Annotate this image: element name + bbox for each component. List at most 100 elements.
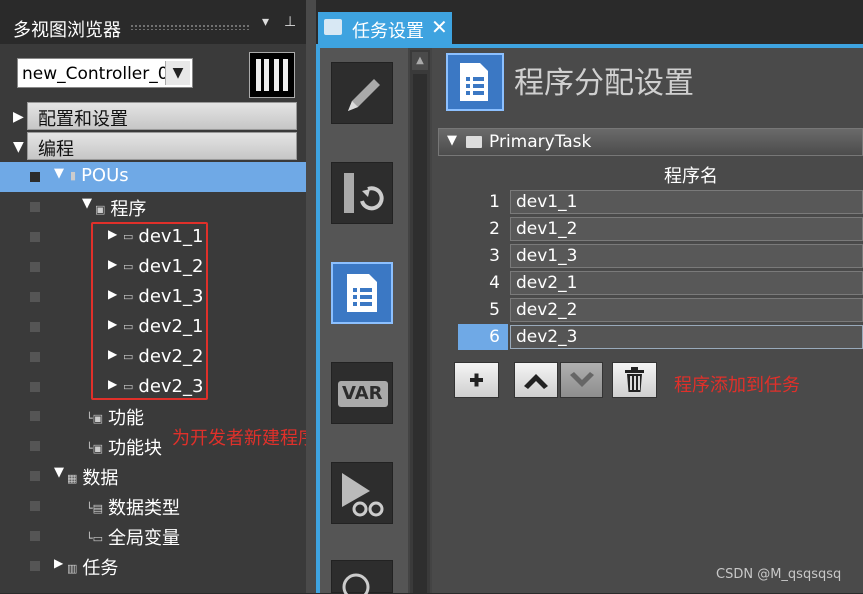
panel-title: 多视图浏览器 [13,20,121,41]
program-name-cell[interactable]: dev1_3 [510,244,863,268]
move-down-button[interactable] [560,362,603,398]
tree-item-global-var[interactable]: └▭ 全局变量 [0,521,306,551]
plus-icon [470,373,483,387]
tree-item-task[interactable]: ▶ ▥ 任务 [0,551,306,581]
section-config-label: 配置和设置 [38,109,128,130]
program-name-cell[interactable]: dev2_1 [510,271,863,295]
folder-icon [466,136,482,148]
tree-marker [30,501,40,511]
task-icon: ▥ [67,562,78,575]
tree-marker [30,531,40,541]
page-title: 程序分配设置 [514,66,694,101]
task-settings-icon [324,19,342,35]
section-config[interactable]: 配置和设置 [27,102,297,130]
move-up-button[interactable] [514,362,558,398]
clock-icon[interactable] [331,560,393,594]
chevron-down-icon [570,372,594,387]
annotation-new-programs: 为开发者新建程序 [172,428,316,449]
row-number: 4 [489,273,500,293]
trash-icon [625,367,644,392]
expand-arrow-icon[interactable]: ▶ [13,109,24,125]
collapse-arrow-icon[interactable]: ▼ [82,196,92,211]
collapse-arrow-icon[interactable]: ▼ [54,465,64,480]
tree-marker [30,232,40,242]
watermark: CSDN @M_qsqsqsq [716,567,842,582]
collapse-arrow-icon[interactable]: ▼ [54,166,64,181]
table-row[interactable]: 4 dev2_1 [458,270,863,296]
tree-label: 功能块 [108,438,163,459]
add-program-button[interactable] [454,362,499,398]
collapse-arrow-icon[interactable]: ▼ [447,133,457,148]
data-table-icon: ▦ [67,472,78,485]
table-row-selected[interactable]: 6 dev2_3 [458,324,863,350]
collapse-arrow-icon[interactable]: ▼ [13,139,24,155]
tree-marker [30,382,40,392]
program-assignment-icon [446,53,504,111]
row-number: 1 [489,192,500,212]
pin-icon[interactable]: ⊥ [284,14,296,30]
vertical-scrollbar[interactable]: ▲ [410,50,430,593]
function-block-icon: └▣ [86,442,104,455]
tree-marker [30,172,40,182]
table-row[interactable]: 2 dev1_2 [458,216,863,242]
tree-marker [30,471,40,481]
controller-image-icon [249,52,295,98]
controller-select[interactable]: new_Controller_0 ▼ [17,58,193,88]
row-number: 3 [489,246,500,266]
tree-item-data[interactable]: ▼ ▦ 数据 [0,461,306,491]
tree-item-programs[interactable]: ▼ ▣ 程序 [0,192,306,222]
tree-label: 程序 [110,199,147,220]
annotation-add-to-task: 程序添加到任务 [674,375,800,396]
close-icon[interactable]: ✕ [431,15,448,39]
tree-label: 全局变量 [108,528,181,549]
tree-item-pous[interactable]: ▼ ▮ POUs [0,162,306,192]
panel-title-bar: 多视图浏览器 ▾ ⊥ [0,0,306,44]
tree-marker [30,262,40,272]
program-name-cell[interactable]: dev2_2 [510,298,863,322]
column-header-program-name: 程序名 [664,166,718,187]
var-label: VAR [342,383,383,404]
row-number: 2 [489,219,500,239]
section-programming[interactable]: 编程 [27,132,297,160]
program-folder-icon: ▣ [95,203,106,216]
tree-label: 任务 [82,558,119,579]
transfer-icon[interactable] [331,162,393,224]
simulate-icon[interactable] [331,462,393,524]
function-icon: └▣ [86,412,104,425]
edit-icon[interactable] [331,62,393,124]
scroll-up-icon[interactable]: ▲ [412,52,428,70]
annotation-highlight-box [91,222,208,400]
section-programming-label: 编程 [38,139,74,160]
pou-icon: ▮ [70,169,77,182]
var-icon[interactable]: VAR [331,362,393,424]
panel-splitter[interactable] [306,0,316,593]
tree-marker [30,292,40,302]
tree-marker [30,561,40,571]
dropdown-icon[interactable]: ▾ [262,14,269,30]
tab-label: 任务设置 [352,21,424,42]
drag-handle[interactable] [130,24,250,30]
table-row[interactable]: 5 dev2_2 [458,297,863,323]
tab-task-settings[interactable]: 任务设置 ✕ [318,12,452,44]
table-row[interactable]: 3 dev1_3 [458,243,863,269]
table-row[interactable]: 1 dev1_1 [458,189,863,215]
expand-arrow-icon[interactable]: ▶ [54,556,63,570]
tree-label: POUs [81,165,129,186]
tree-label: 功能 [108,408,145,429]
program-list-icon[interactable] [331,262,393,324]
row-number: 5 [489,300,500,320]
tree-label: 数据类型 [108,498,181,519]
chevron-up-icon [524,374,548,389]
tree-marker [30,322,40,332]
program-name-cell[interactable]: dev2_3 [510,325,863,349]
tree-marker [30,352,40,362]
tree-item-data-type[interactable]: └▤ 数据类型 [0,491,306,521]
scroll-track[interactable] [413,74,427,593]
global-var-icon: └▭ [86,532,104,545]
program-name-cell[interactable]: dev1_1 [510,190,863,214]
chevron-down-icon[interactable]: ▼ [165,61,190,85]
delete-button[interactable] [612,362,657,398]
program-name-cell[interactable]: dev1_2 [510,217,863,241]
tree-marker [30,441,40,451]
task-group-header[interactable]: ▼ PrimaryTask [438,128,863,156]
